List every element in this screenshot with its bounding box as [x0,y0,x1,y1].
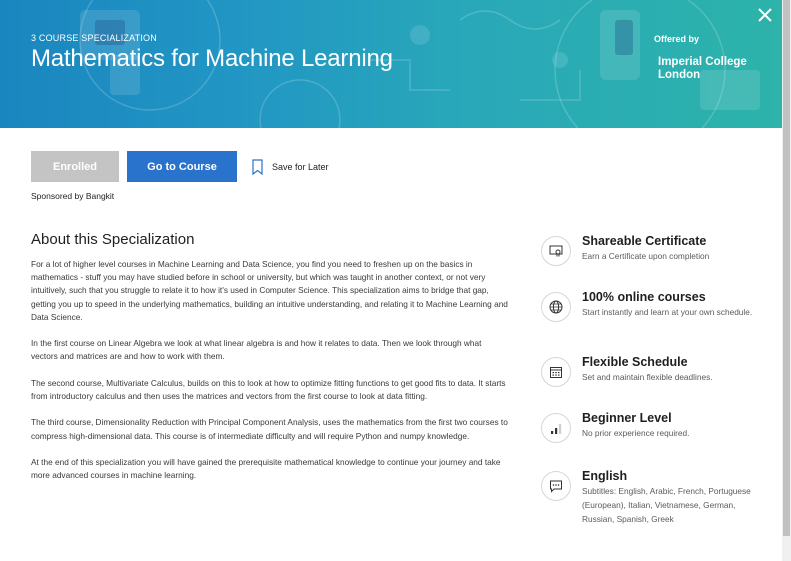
speech-bubble-icon [541,471,571,501]
partner-name-line2: London [658,69,701,81]
go-to-course-button[interactable]: Go to Course [127,151,237,182]
feature-title: English [582,469,628,483]
feature-title: Flexible Schedule [582,355,688,369]
certificate-icon [541,236,571,266]
globe-icon [541,292,571,322]
feature-subtitle: No prior experience required. [582,428,690,438]
calendar-icon [541,357,571,387]
partner-logo[interactable]: Imperial College London [658,56,758,82]
about-paragraph: For a lot of higher level courses in Mac… [31,259,508,322]
scrollbar[interactable] [782,0,791,561]
enrolled-button[interactable]: Enrolled [31,151,119,182]
feature-level: Beginner Level No prior experience requi… [541,411,757,443]
sponsored-by-text: Sponsored by Bangkit [31,191,115,201]
feature-title: Beginner Level [582,411,672,425]
about-heading: About this Specialization [31,231,195,248]
partner-name-line1: Imperial College [658,56,747,68]
scrollbar-thumb[interactable] [783,0,790,536]
close-icon[interactable] [756,6,774,24]
feature-subtitle: Start instantly and learn at your own sc… [582,307,753,317]
about-description: For a lot of higher level courses in Mac… [31,258,509,496]
about-paragraph: The second course, Multivariate Calculus… [31,377,506,401]
about-paragraph: At the end of this specialization you wi… [31,456,501,481]
specialization-page: 3 COURSE SPECIALIZATION Mathematics for … [0,0,791,561]
specialization-type-label: 3 COURSE SPECIALIZATION [31,33,157,43]
feature-schedule: Flexible Schedule Set and maintain flexi… [541,355,757,387]
feature-title: 100% online courses [582,290,706,304]
save-for-later-button[interactable]: Save for Later [252,158,329,176]
save-for-later-label: Save for Later [272,162,329,172]
feature-certificate: Shareable Certificate Earn a Certificate… [541,234,757,266]
header-banner: 3 COURSE SPECIALIZATION Mathematics for … [0,0,782,128]
feature-language: English Subtitles: English, Arabic, Fren… [541,469,757,526]
feature-subtitle: Earn a Certificate upon completion [582,251,710,261]
about-paragraph: In the first course on Linear Algebra we… [31,338,482,362]
feature-subtitle: Set and maintain flexible deadlines. [582,372,713,382]
feature-subtitle: Subtitles: English, Arabic, French, Port… [582,486,751,524]
about-paragraph: The third course, Dimensionality Reducti… [31,417,508,441]
offered-by-label: Offered by [654,34,700,44]
bookmark-icon [252,159,263,175]
page-title: Mathematics for Machine Learning [31,45,393,72]
feature-online: 100% online courses Start instantly and … [541,290,757,322]
feature-title: Shareable Certificate [582,234,707,248]
level-bars-icon [541,413,571,443]
